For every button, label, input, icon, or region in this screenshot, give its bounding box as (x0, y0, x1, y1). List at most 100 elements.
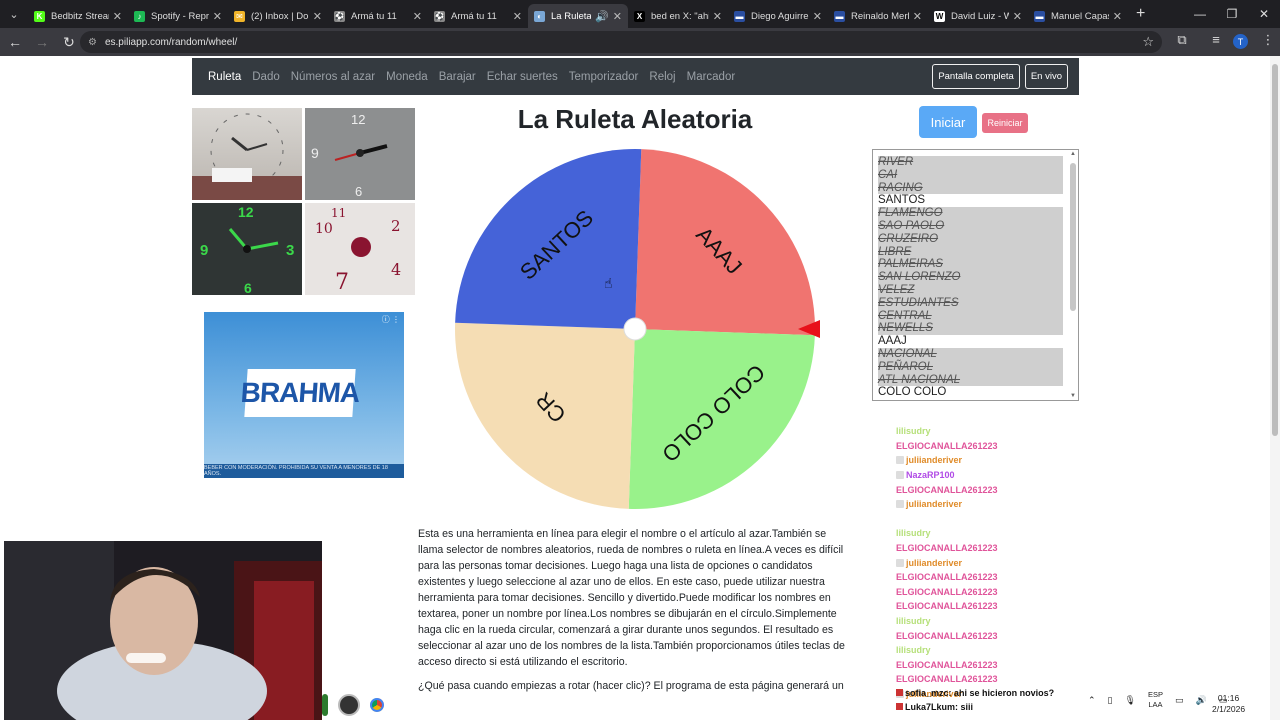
media-control-icon[interactable]: ≡ (1206, 32, 1226, 47)
minimize-icon[interactable]: — (1184, 0, 1216, 28)
option-line[interactable]: PEÑAROL (878, 360, 1063, 374)
svg-text:2: 2 (391, 217, 401, 235)
tab-close-icon[interactable]: ✕ (413, 10, 422, 23)
option-line[interactable]: SAN LORENZO (878, 271, 1063, 284)
option-line[interactable]: LIBRE (878, 245, 1063, 259)
tray-chevron-icon[interactable]: ⌃ (1088, 695, 1096, 706)
live-button[interactable]: En vivo (1024, 64, 1068, 89)
battery-icon[interactable]: ▯ (1108, 695, 1113, 706)
nav-link[interactable]: Reloj (649, 71, 675, 83)
tab-close-icon[interactable]: ✕ (1013, 10, 1022, 23)
ad-info-icon[interactable]: ⓘ ⋮ (382, 314, 400, 325)
nav-link[interactable]: Echar suertes (487, 71, 558, 83)
profile-avatar[interactable]: T (1233, 34, 1248, 49)
site-info-icon[interactable]: ⚙ (88, 37, 97, 48)
extensions-icon[interactable]: ⧉ (1172, 32, 1192, 48)
options-scrollbar[interactable]: ▲ ▼ (1069, 151, 1077, 399)
option-line[interactable]: NACIONAL (878, 347, 1063, 361)
nav-link[interactable]: Dado (252, 71, 280, 83)
clock-thumbnail-2[interactable]: 12 9 6 (305, 108, 415, 200)
microphone-icon[interactable]: 🎙 (1125, 695, 1136, 706)
nav-link[interactable]: Marcador (687, 71, 736, 83)
option-line[interactable]: RIVER (878, 156, 1063, 169)
option-line[interactable]: SANTOS (878, 194, 1063, 207)
product-thumbnails: 12 9 6 12 9 3 6 11 2 10 4 7 (192, 108, 416, 296)
tab-close-icon[interactable]: ✕ (913, 10, 922, 23)
nav-link[interactable]: Moneda (386, 71, 428, 83)
option-line[interactable]: COLO COLO (878, 386, 1063, 399)
network-icon[interactable]: ▭ (1175, 695, 1184, 706)
brahma-ad[interactable]: ⓘ ⋮ BRAHMA BEBER CON MODERACIÓN. PROHIBI… (204, 312, 404, 478)
browser-tab[interactable]: ⚽ Armá tu 11 ✕ (428, 4, 528, 28)
option-line[interactable]: CRUZEIRO (878, 232, 1063, 246)
option-line[interactable]: CENTRAL (878, 309, 1063, 323)
bookmark-star-icon[interactable]: ☆ (1142, 34, 1154, 50)
browser-tab[interactable]: ▬ Diego Aguirre ✕ (728, 4, 828, 28)
chrome-icon[interactable] (366, 694, 388, 716)
option-line[interactable]: PALMEIRAS (878, 258, 1063, 272)
option-line[interactable]: ATL NACIONAL (878, 373, 1063, 387)
back-icon[interactable]: ← (3, 30, 27, 54)
tab-close-icon[interactable]: ✕ (113, 10, 122, 23)
tab-close-icon[interactable]: ✕ (1113, 10, 1122, 23)
taskbar-clock[interactable]: 01:16 2/1/2026 (1212, 693, 1245, 715)
fullscreen-button[interactable]: Pantalla completa (932, 64, 1020, 89)
option-line[interactable]: ESTUDIANTES (878, 296, 1063, 310)
browser-tab[interactable]: Xbed en X: "ahi ✕ (628, 4, 728, 28)
new-tab-button[interactable]: + (1136, 5, 1145, 23)
taskbar-app-icon[interactable] (322, 694, 328, 716)
option-line[interactable]: VELEZ (878, 283, 1063, 297)
url-input[interactable]: ⚙ es.piliapp.com/random/wheel/ ☆ (80, 31, 1162, 53)
tab-title: Reinaldo Merlo (851, 10, 909, 22)
tab-close-icon[interactable]: ✕ (213, 10, 222, 23)
restore-icon[interactable]: ❐ (1216, 0, 1248, 28)
tab-search-icon[interactable]: ⌄ (0, 0, 28, 28)
tab-title: (2) Inbox | Don (251, 10, 309, 22)
forward-icon[interactable]: → (30, 30, 54, 54)
clock-thumbnail-1[interactable] (192, 108, 302, 200)
nav-link[interactable]: Temporizador (569, 71, 639, 83)
tab-close-icon[interactable]: ✕ (513, 10, 522, 23)
browser-tab[interactable]: ✉ (2) Inbox | Don ✕ (228, 4, 328, 28)
chat-message: sofia_mzc: ahi se hicieron novios? (896, 688, 1092, 702)
browser-menu-icon[interactable]: ⋮ (1258, 32, 1278, 48)
option-line[interactable]: SAO PAOLO (878, 219, 1063, 233)
browser-tab[interactable]: ♪ Spotify - Repro ✕ (128, 4, 228, 28)
page-scrollbar[interactable] (1270, 56, 1280, 720)
browser-tab[interactable]: K Bedbitz Stream ✕ (28, 4, 128, 28)
option-line[interactable]: AAAJ (878, 335, 1063, 348)
tab-close-icon[interactable]: ✕ (613, 10, 622, 23)
options-textarea[interactable]: RIVER CAI RACING SANTOS FLAMENGO SAO PAOLO CRU… (872, 149, 1079, 401)
option-line[interactable]: FLAMENGO (878, 207, 1063, 220)
browser-tab[interactable]: ▬ Reinaldo Merlo ✕ (828, 4, 928, 28)
svg-text:11: 11 (331, 206, 346, 220)
option-line[interactable]: RACING (878, 181, 1063, 195)
clock-thumbnail-3[interactable]: 12 9 3 6 (192, 203, 302, 295)
nav-link[interactable]: Ruleta (208, 71, 241, 83)
clock-thumbnail-4[interactable]: 11 2 10 4 7 (305, 203, 415, 295)
chat-message: ELGIOCANALLA261223 (896, 628, 1280, 643)
browser-tab[interactable]: ⚽ Armá tu 11 ✕ (328, 4, 428, 28)
tab-title: Diego Aguirre (751, 10, 809, 22)
nav-link[interactable]: Barajar (439, 71, 476, 83)
reload-icon[interactable]: ↻ (57, 30, 81, 54)
language-indicator[interactable]: ESP LAA (1148, 690, 1163, 710)
tab-close-icon[interactable]: ✕ (813, 10, 822, 23)
option-line[interactable]: NEWELLS (878, 322, 1063, 336)
chat-username: ELGIOCANALLA261223 (896, 630, 998, 641)
browser-tab[interactable]: W David Luiz - W ✕ (928, 4, 1028, 28)
tab-close-icon[interactable]: ✕ (313, 10, 322, 23)
spin-wheel[interactable]: AAAJCOLO COLOCRSANTOS (450, 144, 830, 514)
browser-tab[interactable]: ◐ La Ruleta Al🔊 ✕ (528, 4, 628, 28)
nav-link[interactable]: Números al azar (291, 71, 375, 83)
tab-close-icon[interactable]: ✕ (713, 10, 722, 23)
close-window-icon[interactable]: ✕ (1248, 0, 1280, 28)
obs-icon[interactable] (338, 694, 360, 716)
stream-chat-overlay: lilisudry ELGIOCANALLA261223 juliianderive… (896, 424, 1280, 701)
volume-icon[interactable]: 🔊 (1195, 695, 1206, 706)
reset-button[interactable]: Reiniciar (982, 113, 1028, 133)
tab-audio-icon[interactable]: 🔊 (595, 10, 609, 23)
start-button[interactable]: Iniciar (919, 106, 977, 138)
option-line[interactable]: CAI (878, 168, 1063, 182)
browser-tab[interactable]: ▬ Manuel Capasso ✕ (1028, 4, 1128, 28)
